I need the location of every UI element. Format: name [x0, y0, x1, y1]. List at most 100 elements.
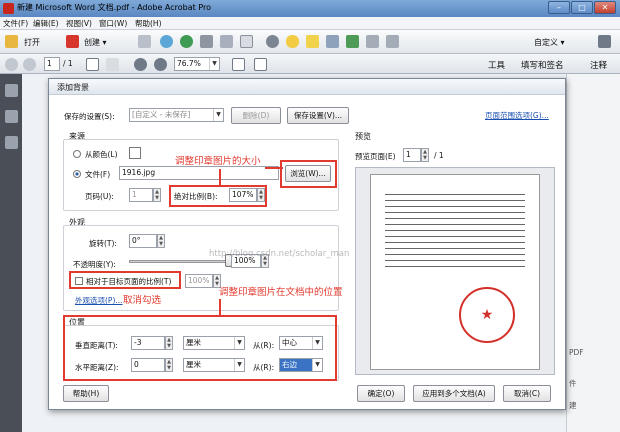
from-color-label: 从颜色(L): [85, 150, 118, 159]
page-number-label: 页码(U):: [85, 192, 114, 201]
select-cursor-icon[interactable]: [86, 58, 99, 71]
comment-icon[interactable]: [286, 35, 299, 48]
color-swatch[interactable]: [129, 147, 141, 159]
gear-icon[interactable]: [266, 35, 279, 48]
menu-edit[interactable]: 编辑(E): [33, 18, 59, 29]
close-button[interactable]: ✕: [594, 1, 616, 14]
page-range-options-link[interactable]: 页面范围选项(G)...: [485, 110, 549, 121]
download-icon[interactable]: [180, 35, 193, 48]
rotation-input[interactable]: 0°: [129, 234, 157, 248]
file-radio[interactable]: [73, 170, 81, 178]
tab-comment[interactable]: 注释: [590, 59, 607, 71]
prev-page-icon[interactable]: [5, 58, 18, 71]
opacity-slider-track[interactable]: [129, 260, 229, 263]
email-icon[interactable]: [240, 35, 253, 48]
page-number-input[interactable]: 1: [44, 57, 60, 71]
save-settings-button[interactable]: 保存设置(V)...: [287, 107, 349, 124]
cancel-button[interactable]: 取消(C): [503, 385, 551, 402]
preview-page-total: / 1: [434, 151, 444, 160]
delete-button[interactable]: 删除(D): [231, 107, 281, 124]
source-page-spinner[interactable]: ▲ ▼: [153, 188, 161, 202]
resize-stamp-annotation: 调整印章图片的大小: [175, 156, 261, 167]
rotation-label: 旋转(T):: [89, 239, 117, 248]
chevron-down-icon: ▼: [209, 58, 219, 70]
sign-icon[interactable]: [386, 35, 399, 48]
file-path-input[interactable]: 1916.jpg: [119, 166, 279, 180]
tools-side-panel: PDF 件 建: [566, 74, 620, 432]
annotation-arrow-line-3: [219, 299, 221, 317]
zoom-out-icon[interactable]: [134, 58, 147, 71]
window-titlebar: 新建 Microsoft Word 文档.pdf - Adobe Acrobat…: [0, 0, 620, 17]
menu-window[interactable]: 窗口(W): [99, 18, 127, 29]
dialog-titlebar: 添加背景: [49, 79, 565, 95]
customize-dropdown[interactable]: 自定义 ▾: [534, 37, 565, 48]
scroll-mode-icon[interactable]: [254, 58, 267, 71]
share-link-icon[interactable]: [366, 35, 379, 48]
folder-open-icon[interactable]: [5, 35, 18, 48]
zoom-select[interactable]: 76.7% ▼: [174, 57, 220, 71]
expand-icon[interactable]: [598, 35, 611, 48]
annotation-arrow-line-2: [265, 167, 283, 169]
zoom-in-icon[interactable]: [154, 58, 167, 71]
share-icon[interactable]: [346, 35, 359, 48]
rotation-spinner[interactable]: ▲ ▼: [157, 234, 165, 248]
source-page-input[interactable]: 1: [129, 188, 153, 202]
apply-multiple-button[interactable]: 应用到多个文档(A): [413, 385, 495, 402]
side-panel-text-2: 件: [569, 379, 577, 388]
print-icon[interactable]: [200, 35, 213, 48]
menu-view[interactable]: 视图(V): [66, 18, 92, 29]
blog-watermark: http://blog.csdn.net/scholar_man: [209, 249, 350, 259]
from-color-radio[interactable]: [73, 150, 81, 158]
preview-page-spinner[interactable]: ▲ ▼: [421, 148, 429, 162]
navigation-toolbar: 1 / 1 76.7% ▼ 工具 填写和签名 注释: [0, 54, 620, 74]
stamp-icon[interactable]: [326, 35, 339, 48]
relative-scale-highlight-box: [69, 271, 181, 289]
acrobat-app-icon: [3, 3, 14, 14]
appearance-options-link[interactable]: 外观选项(P)...: [75, 295, 123, 306]
ok-button[interactable]: 确定(O): [357, 385, 405, 402]
file-label: 文件(F): [85, 170, 111, 179]
save-icon[interactable]: [138, 35, 151, 48]
preview-page-label: 预览页面(E): [355, 152, 396, 161]
add-background-dialog: 添加背景 保存的设置(S): [自定义 - 未保存] ▼ 删除(D) 保存设置(V…: [48, 78, 566, 410]
highlight-icon[interactable]: [306, 35, 319, 48]
main-toolbar: 打开 创建 ▾ 自定义 ▾: [0, 30, 620, 54]
annotation-arrow-line: [219, 169, 221, 185]
chevron-down-icon: ▼: [213, 109, 223, 121]
hand-tool-icon[interactable]: [106, 58, 119, 71]
minimize-button[interactable]: –: [548, 1, 570, 14]
fit-page-icon[interactable]: [232, 58, 245, 71]
side-panel-text: PDF: [569, 348, 584, 357]
menu-help[interactable]: 帮助(H): [135, 18, 162, 29]
tab-fill-sign[interactable]: 填写和签名: [521, 59, 564, 71]
abs-scale-highlight-box: [169, 185, 267, 207]
upload-icon[interactable]: [160, 35, 173, 48]
help-button[interactable]: 帮助(H): [63, 385, 109, 402]
preview-page-input[interactable]: 1: [403, 148, 421, 162]
page-thumbnails-icon[interactable]: [5, 84, 18, 97]
open-button[interactable]: 打开: [24, 37, 40, 48]
edit-icon[interactable]: [220, 35, 233, 48]
zoom-value: 76.7%: [177, 59, 201, 68]
attachment-icon[interactable]: [5, 136, 18, 149]
saved-settings-select[interactable]: [自定义 - 未保存] ▼: [129, 108, 224, 122]
maximize-button[interactable]: □: [571, 1, 593, 14]
preview-area: ★: [355, 167, 555, 375]
preview-heading: 预览: [355, 132, 371, 141]
left-navigation-pane: [0, 74, 22, 432]
saved-settings-value: [自定义 - 未保存]: [132, 110, 191, 119]
opacity-label: 不透明度(Y):: [73, 260, 116, 269]
uncheck-annotation: 取消勾选: [123, 295, 162, 306]
preview-text-lines: [385, 191, 525, 271]
bookmark-icon[interactable]: [5, 110, 18, 123]
tab-tools[interactable]: 工具: [488, 59, 505, 71]
relative-scale-input[interactable]: 100%: [185, 274, 213, 288]
position-highlight-box: [63, 315, 337, 381]
preview-page: ★: [370, 174, 540, 370]
next-page-icon[interactable]: [23, 58, 36, 71]
side-panel-text-3: 建: [569, 401, 577, 410]
create-pdf-icon[interactable]: [66, 35, 79, 48]
adjust-position-annotation: 调整印章图片在文档中的位置: [219, 287, 343, 298]
create-button[interactable]: 创建 ▾: [84, 37, 107, 48]
menu-file[interactable]: 文件(F): [3, 18, 28, 29]
